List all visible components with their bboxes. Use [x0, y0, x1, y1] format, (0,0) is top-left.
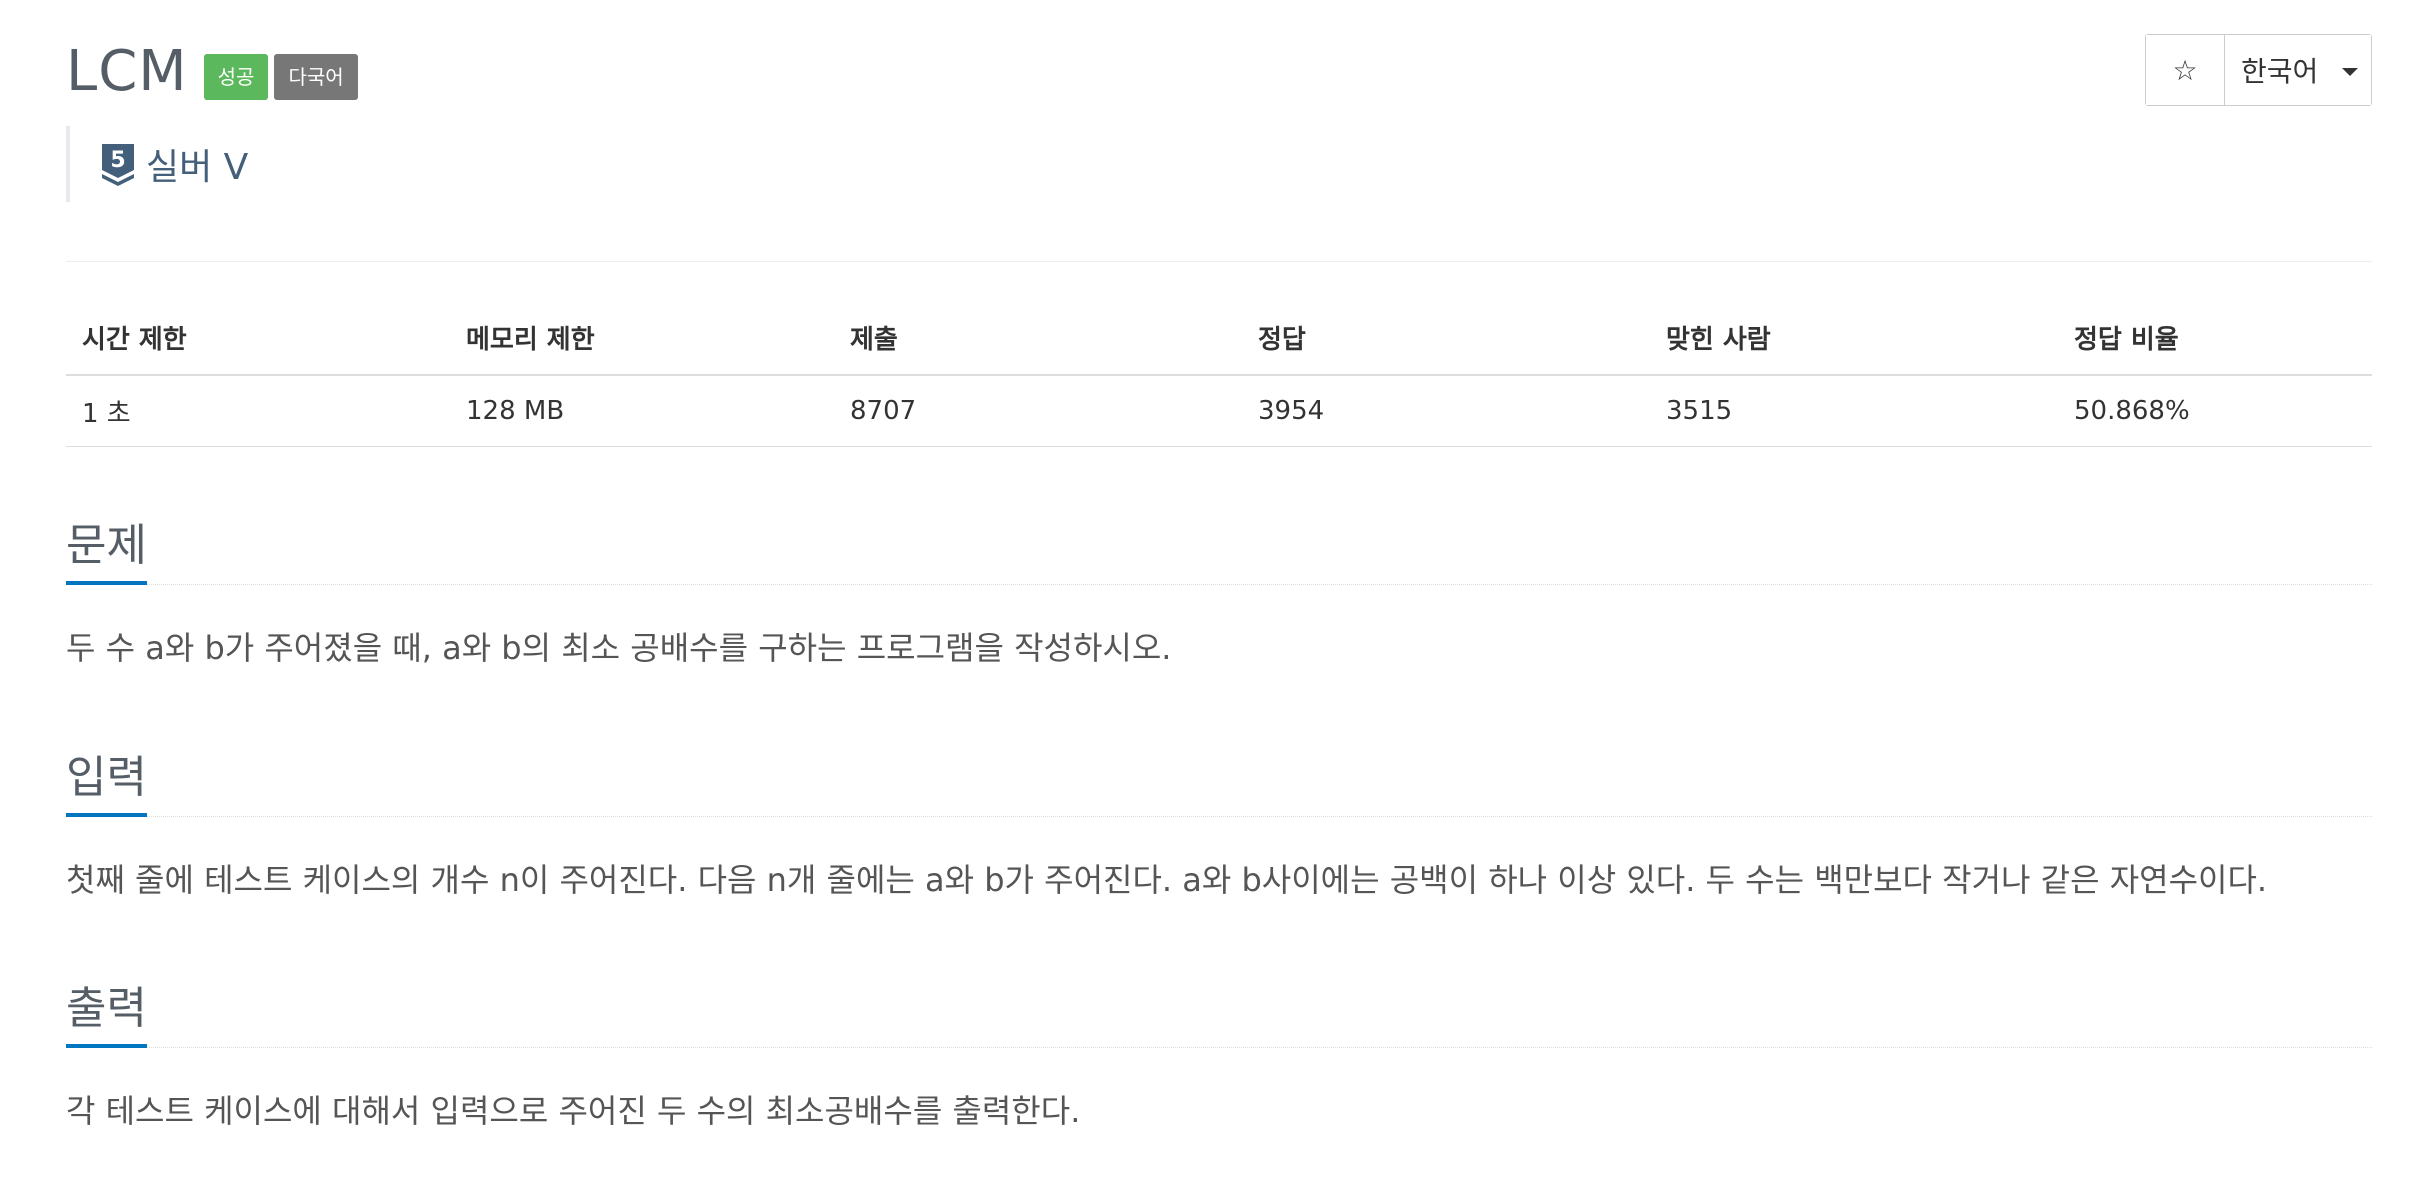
value-submissions: 8707	[834, 375, 1242, 447]
value-solved-users: 3515	[1650, 375, 2058, 447]
language-select-label: 한국어	[2241, 55, 2319, 88]
header-memory-limit: 메모리 제한	[450, 300, 834, 376]
tier-level-number: 5	[110, 148, 125, 173]
silver-tier-icon[interactable]: 5	[100, 142, 136, 186]
output-section-body: 각 테스트 케이스에 대해서 입력으로 주어진 두 수의 최소공배수를 출력한다…	[66, 1092, 1081, 1130]
value-memory-limit: 128 MB	[450, 375, 834, 447]
output-section: 출력 각 테스트 케이스에 대해서 입력으로 주어진 두 수의 최소공배수를 출…	[66, 975, 2372, 1132]
header-accepted: 정답	[1242, 300, 1650, 376]
star-icon: ☆	[2172, 53, 2198, 87]
header-solved-users: 맞힌 사람	[1650, 300, 2058, 376]
value-accepted: 3954	[1242, 375, 1650, 447]
multilingual-badge[interactable]: 다국어	[274, 54, 358, 100]
header-submissions: 제출	[834, 300, 1242, 376]
language-select-button[interactable]: 한국어	[2225, 35, 2371, 105]
problem-section-body: 두 수 a와 b가 주어졌을 때, a와 b의 최소 공배수를 구하는 프로그램…	[66, 629, 1172, 667]
input-section-title: 입력	[66, 751, 147, 817]
problem-controls: ☆ 한국어	[2145, 34, 2372, 106]
input-section-body: 첫째 줄에 테스트 케이스의 개수 n이 주어진다. 다음 n개 줄에는 a와 …	[66, 861, 2268, 899]
header-divider	[66, 261, 2372, 262]
value-accept-ratio: 50.868%	[2058, 375, 2372, 447]
table-row: 1 초 128 MB 8707 3954 3515 50.868%	[66, 375, 2372, 447]
problem-section-title: 문제	[66, 519, 147, 585]
problem-description-section: 문제 두 수 a와 b가 주어졌을 때, a와 b의 최소 공배수를 구하는 프…	[66, 512, 2372, 669]
table-header-row: 시간 제한 메모리 제한 제출 정답 맞힌 사람 정답 비율	[66, 300, 2372, 376]
problem-page: LCM 성공 다국어 ☆ 한국어 5 실버 V 시간 제한 메모리 제한 제출 …	[66, 0, 2372, 1182]
caret-down-icon	[2342, 68, 2359, 76]
favorite-star-button[interactable]: ☆	[2146, 35, 2225, 105]
input-section: 입력 첫째 줄에 테스트 케이스의 개수 n이 주어진다. 다음 n개 줄에는 …	[66, 744, 2372, 901]
problem-info-table: 시간 제한 메모리 제한 제출 정답 맞힌 사람 정답 비율 1 초 128 M…	[66, 300, 2372, 447]
problem-header: LCM 성공 다국어	[66, 36, 358, 108]
header-time-limit: 시간 제한	[66, 300, 450, 376]
tier-info: 5 실버 V	[66, 126, 248, 202]
section-headline: 문제	[66, 512, 2372, 585]
header-accept-ratio: 정답 비율	[2058, 300, 2372, 376]
tier-label[interactable]: 실버 V	[146, 138, 248, 190]
problem-title: LCM	[66, 39, 188, 104]
section-headline: 출력	[66, 975, 2372, 1048]
output-section-title: 출력	[66, 982, 147, 1048]
success-badge[interactable]: 성공	[203, 54, 269, 100]
value-time-limit: 1 초	[66, 375, 450, 447]
section-headline: 입력	[66, 744, 2372, 817]
